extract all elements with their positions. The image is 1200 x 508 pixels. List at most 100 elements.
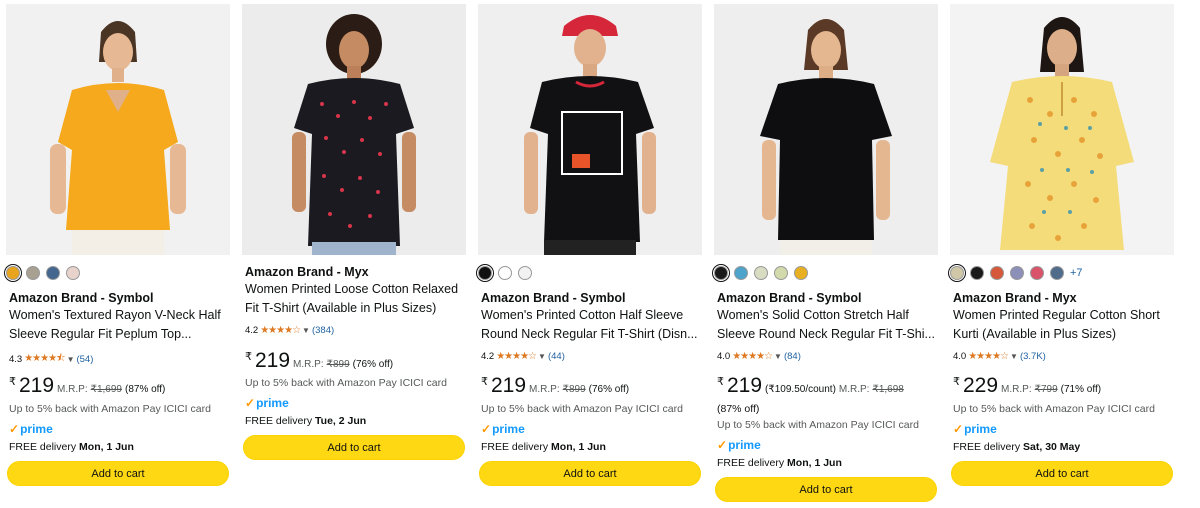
product-image[interactable]: [714, 4, 938, 255]
product-image[interactable]: [242, 4, 466, 255]
color-swatch[interactable]: [26, 266, 40, 280]
currency-symbol: ₹: [953, 376, 960, 388]
color-swatches: [4, 264, 80, 282]
star-rating-icon[interactable]: ★★★★☆: [496, 351, 537, 362]
rating-value: 4.0: [953, 351, 967, 362]
mrp-label: M.R.P:: [57, 384, 88, 395]
rating-value: 4.2: [481, 351, 495, 362]
price-row: ₹ 229 M.R.P: ₹799 (71% off): [953, 374, 1101, 398]
product-title-link[interactable]: Women's Printed Cotton Half Sleeve Round…: [481, 306, 703, 344]
color-swatch[interactable]: [1050, 266, 1064, 280]
brand-name: Amazon Brand - Myx: [245, 265, 369, 279]
chevron-down-icon[interactable]: ▼: [302, 326, 310, 335]
cashback-offer: Up to 5% back with Amazon Pay ICICI card: [481, 403, 683, 415]
star-rating-icon[interactable]: ★★★★☆: [260, 325, 301, 336]
product-image[interactable]: [478, 4, 702, 255]
review-count-link[interactable]: (44): [548, 351, 565, 362]
chevron-down-icon[interactable]: ▼: [774, 352, 782, 361]
mrp-value: ₹899: [562, 384, 586, 395]
delivery-date: Mon, 1 Jun: [551, 441, 606, 453]
color-swatch[interactable]: [498, 266, 512, 280]
add-to-cart-button[interactable]: Add to cart: [951, 461, 1173, 486]
rating-row: 4.3 ★★★★⯪ ▼ (54): [9, 351, 93, 368]
color-swatch[interactable]: [712, 264, 730, 282]
rating-row: 4.2 ★★★★☆ ▼ (384): [245, 325, 334, 336]
product-card: Amazon Brand - Symbol Women's Printed Co…: [472, 0, 702, 508]
product-title-link[interactable]: Women Printed Loose Cotton Relaxed Fit T…: [245, 280, 467, 318]
chevron-down-icon[interactable]: ▼: [67, 355, 75, 364]
chevron-down-icon[interactable]: ▼: [538, 352, 546, 361]
currency-symbol: ₹: [245, 351, 252, 363]
delivery-date: Mon, 1 Jun: [79, 441, 134, 453]
color-swatch[interactable]: [46, 266, 60, 280]
mrp-label: M.R.P:: [1001, 384, 1032, 395]
add-to-cart-button[interactable]: Add to cart: [715, 477, 937, 502]
price-value[interactable]: 219: [255, 349, 290, 373]
color-swatch[interactable]: [1010, 266, 1024, 280]
add-to-cart-button[interactable]: Add to cart: [7, 461, 229, 486]
color-swatch[interactable]: [774, 266, 788, 280]
price-value[interactable]: 219: [491, 374, 526, 398]
model-black-printed-tshirt-image: [242, 4, 466, 255]
prime-check-icon: ✓: [481, 422, 492, 436]
discount-percent: (87% off): [717, 403, 760, 415]
review-count-link[interactable]: (84): [784, 351, 801, 362]
color-swatch[interactable]: [948, 264, 966, 282]
color-swatch[interactable]: [734, 266, 748, 280]
rating-value: 4.2: [245, 325, 259, 336]
color-swatch[interactable]: [476, 264, 494, 282]
prime-check-icon: ✓: [9, 422, 20, 436]
color-swatch[interactable]: [794, 266, 808, 280]
cashback-offer: Up to 5% back with Amazon Pay ICICI card: [953, 403, 1155, 415]
price-value[interactable]: 229: [963, 374, 998, 398]
title-line: Women Printed Regular Cotton Short: [953, 308, 1160, 322]
color-swatch[interactable]: [1030, 266, 1044, 280]
star-rating-icon[interactable]: ★★★★⯪: [24, 351, 65, 368]
price-value[interactable]: 219: [727, 374, 762, 398]
product-image[interactable]: [6, 4, 230, 255]
product-image[interactable]: [950, 4, 1174, 255]
prime-check-icon: ✓: [245, 396, 256, 410]
delivery-date: Mon, 1 Jun: [787, 457, 842, 469]
review-count-link[interactable]: (54): [76, 354, 93, 365]
color-swatch[interactable]: [970, 266, 984, 280]
star-rating-icon[interactable]: ★★★★☆: [732, 351, 773, 362]
product-title-link[interactable]: Women's Textured Rayon V-Neck Half Sleev…: [9, 306, 231, 344]
delivery-date: Tue, 2 Jun: [315, 415, 367, 427]
color-swatch[interactable]: [754, 266, 768, 280]
price-value[interactable]: 219: [19, 374, 54, 398]
delivery-info: FREE delivery Sat, 30 May: [953, 441, 1081, 453]
chevron-down-icon[interactable]: ▼: [1010, 352, 1018, 361]
product-title-link[interactable]: Women's Solid Cotton Stretch Half Sleeve…: [717, 306, 939, 344]
product-card: Amazon Brand - Symbol Women's Textured R…: [0, 0, 230, 508]
more-colors-link[interactable]: +7: [1070, 267, 1083, 279]
color-swatch[interactable]: [66, 266, 80, 280]
add-to-cart-button[interactable]: Add to cart: [479, 461, 701, 486]
product-title-link[interactable]: Women Printed Regular Cotton Short Kurti…: [953, 306, 1175, 344]
review-count-link[interactable]: (3.7K): [1020, 351, 1046, 362]
currency-symbol: ₹: [717, 376, 724, 388]
model-graphic-tshirt-red-cap-image: [478, 4, 702, 255]
color-swatches: [712, 264, 808, 282]
rating-row: 4.0 ★★★★☆ ▼ (3.7K): [953, 351, 1046, 362]
title-line: Kurti (Available in Plus Sizes): [953, 327, 1117, 341]
prime-badge: ✓ prime: [717, 438, 761, 452]
color-swatch[interactable]: [990, 266, 1004, 280]
delivery-info: FREE delivery Mon, 1 Jun: [717, 457, 842, 469]
add-to-cart-button[interactable]: Add to cart: [243, 435, 465, 460]
prime-badge: ✓ prime: [953, 422, 997, 436]
review-count-link[interactable]: (384): [312, 325, 334, 336]
mrp-value: ₹1,698: [872, 384, 904, 395]
product-card: Amazon Brand - Symbol Women's Solid Cott…: [708, 0, 938, 508]
star-rating-icon[interactable]: ★★★★☆: [968, 351, 1009, 362]
prime-badge: ✓ prime: [9, 422, 53, 436]
prime-badge: ✓ prime: [481, 422, 525, 436]
delivery-info: FREE delivery Tue, 2 Jun: [245, 415, 367, 427]
title-line: Women Printed Loose Cotton Relaxed: [245, 282, 459, 296]
mrp-label: M.R.P:: [838, 384, 870, 395]
mrp-value: ₹1,699: [90, 384, 122, 395]
color-swatch[interactable]: [4, 264, 22, 282]
model-printed-kurti-image: [950, 4, 1174, 255]
color-swatch[interactable]: [518, 266, 532, 280]
color-swatches: [476, 264, 532, 282]
